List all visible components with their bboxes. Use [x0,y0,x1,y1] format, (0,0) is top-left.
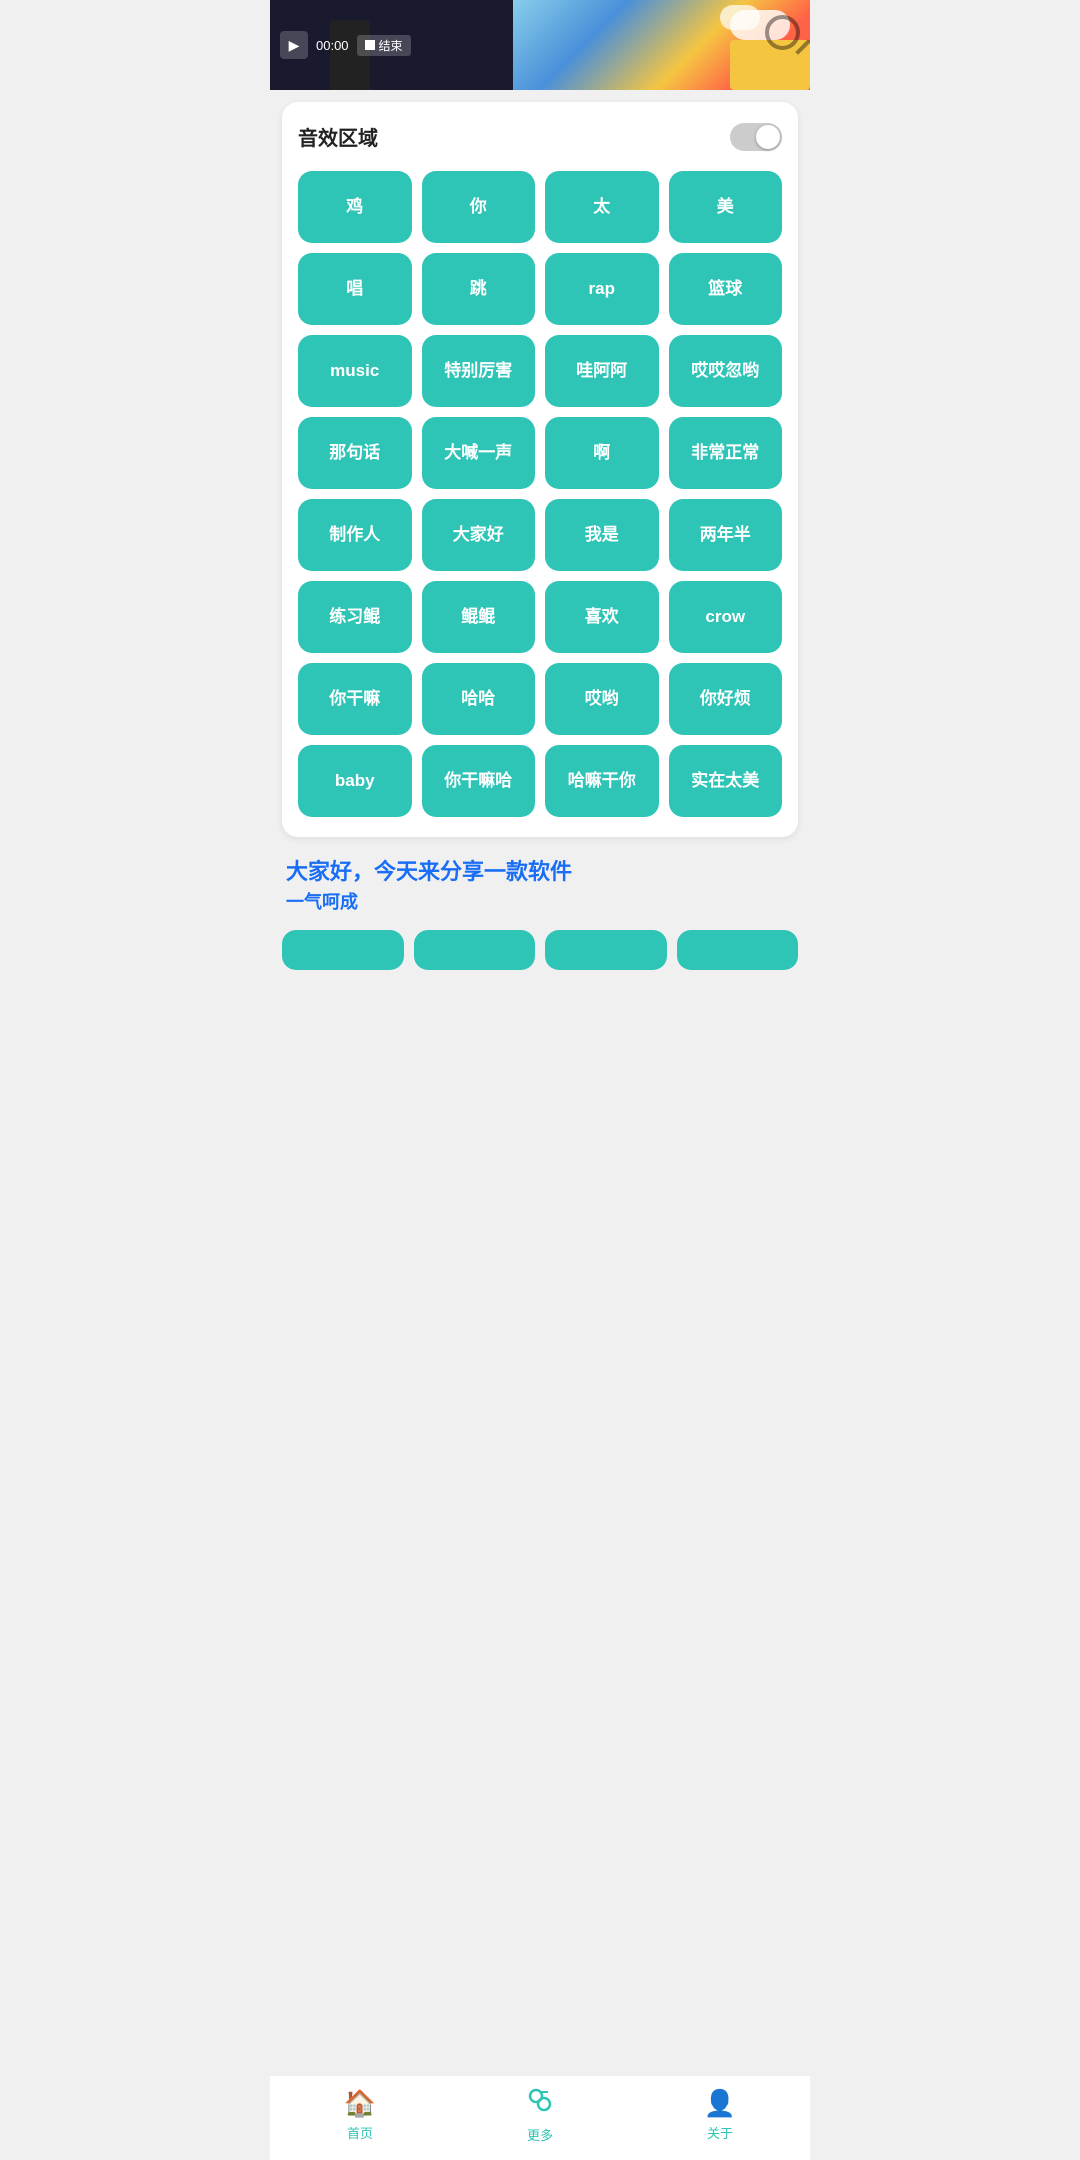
bottom-nav: 🏠 首页 更多 👤 关于 [270,2075,810,2160]
sound-btn-mei[interactable]: 美 [669,171,783,243]
nav-home[interactable]: 🏠 首页 [270,2088,450,2142]
video-header: ▶ 00:00 结束 [270,0,810,90]
sound-btn-tiao[interactable]: 跳 [422,253,536,325]
subtitle-bar: 大家好，今天来分享一款软件 一气呵成 [282,849,798,922]
bottom-partial-buttons [282,930,798,970]
sound-btn-ni[interactable]: 你 [422,171,536,243]
sound-btn-music[interactable]: music [298,335,412,407]
sound-btn-najuhua[interactable]: 那句话 [298,417,412,489]
stop-icon [365,40,375,50]
sound-btn-tai[interactable]: 太 [545,171,659,243]
video-right-panel [513,0,810,90]
partial-btn-1[interactable] [282,930,404,970]
sound-effect-toggle[interactable] [730,123,782,151]
sound-btn-haha[interactable]: 哈哈 [422,663,536,735]
partial-btn-3[interactable] [545,930,667,970]
sound-btn-tebie[interactable]: 特别厉害 [422,335,536,407]
home-icon: 🏠 [344,2088,376,2119]
subtitle-line1: 大家好，今天来分享一款软件 [286,857,794,888]
sound-btn-rap[interactable]: rap [545,253,659,325]
sound-btn-shizaitaimei[interactable]: 实在太美 [669,745,783,817]
sound-effect-card: 音效区域 鸡 你 太 美 唱 跳 rap 篮球 music 特别厉害 哇阿阿 哎… [282,102,798,837]
sound-btn-ji[interactable]: 鸡 [298,171,412,243]
sound-btn-xihuan[interactable]: 喜欢 [545,581,659,653]
sound-btn-nigannaha[interactable]: 你干嘛哈 [422,745,536,817]
sound-btn-aiyo[interactable]: 哎哟 [545,663,659,735]
sound-btn-kunkun[interactable]: 鲲鲲 [422,581,536,653]
partial-btn-4[interactable] [677,930,799,970]
sound-btn-chang[interactable]: 唱 [298,253,412,325]
sound-btn-nihaofan[interactable]: 你好烦 [669,663,783,735]
sound-btn-feichang[interactable]: 非常正常 [669,417,783,489]
sound-btn-crow[interactable]: crow [669,581,783,653]
end-label: 结束 [379,37,403,54]
card-header: 音效区域 [298,122,782,151]
sound-btn-baby[interactable]: baby [298,745,412,817]
nav-more-label: 更多 [527,2125,553,2144]
time-display: 00:00 [316,38,349,53]
sound-btn-dahan[interactable]: 大喊一声 [422,417,536,489]
end-badge[interactable]: 结束 [357,35,411,56]
nav-about-label: 关于 [707,2123,733,2142]
video-controls[interactable]: ▶ 00:00 结束 [280,31,411,59]
sound-button-grid: 鸡 你 太 美 唱 跳 rap 篮球 music 特别厉害 哇阿阿 哎哎忽哟 那… [298,171,782,817]
nav-home-label: 首页 [347,2123,373,2142]
sound-btn-aiaihu[interactable]: 哎哎忽哟 [669,335,783,407]
sound-btn-a[interactable]: 啊 [545,417,659,489]
nav-about[interactable]: 👤 关于 [630,2088,810,2142]
sound-btn-hamagan[interactable]: 哈嘛干你 [545,745,659,817]
nav-more[interactable]: 更多 [450,2086,630,2144]
sound-btn-lanqiu[interactable]: 篮球 [669,253,783,325]
play-icon[interactable]: ▶ [280,31,308,59]
sound-btn-woshi[interactable]: 我是 [545,499,659,571]
card-title: 音效区域 [298,122,378,151]
about-icon: 👤 [704,2088,736,2119]
sound-btn-wa[interactable]: 哇阿阿 [545,335,659,407]
partial-btn-2[interactable] [414,930,536,970]
more-icon [526,2086,554,2121]
sound-btn-liangnianban[interactable]: 两年半 [669,499,783,571]
subtitle-line2: 一气呵成 [286,888,794,914]
sound-btn-niganna[interactable]: 你干嘛 [298,663,412,735]
sound-btn-dajiahao[interactable]: 大家好 [422,499,536,571]
sound-btn-zhizuoren[interactable]: 制作人 [298,499,412,571]
sound-btn-lianxikun[interactable]: 练习鲲 [298,581,412,653]
